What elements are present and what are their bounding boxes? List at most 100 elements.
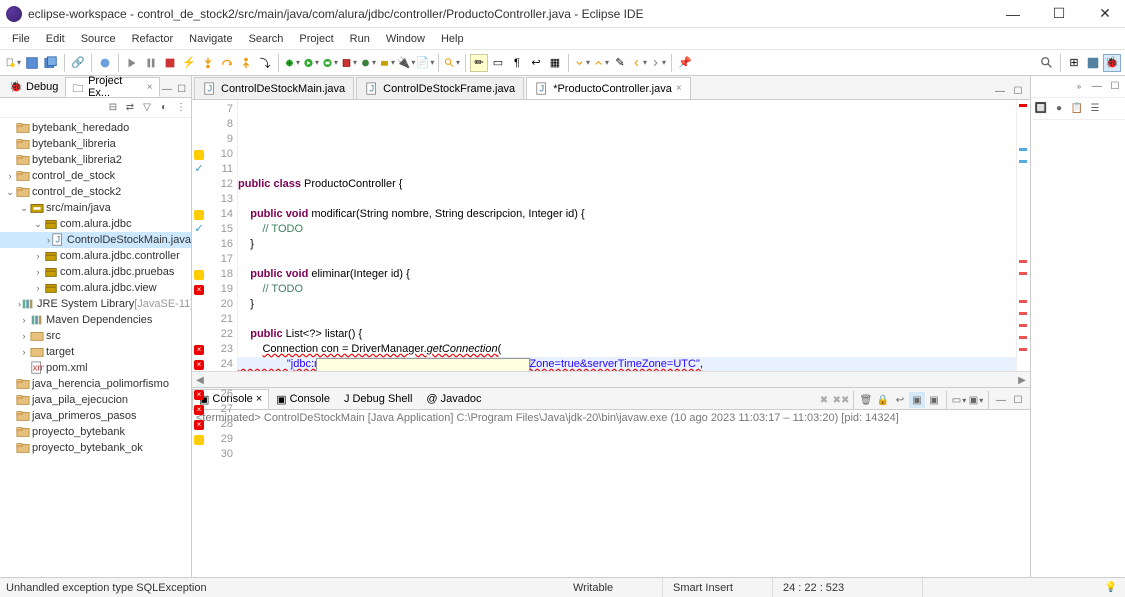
tree-node[interactable]: ›JRE System Library [JavaSE-11] — [0, 296, 191, 312]
console-tab[interactable]: ▣Console — [269, 389, 337, 409]
tree-node[interactable]: ›com.alura.jdbc.view — [0, 280, 191, 296]
twisty-icon[interactable]: ⌄ — [4, 187, 16, 198]
disconnect-button[interactable]: ⚡ — [180, 54, 198, 72]
forward-button[interactable] — [649, 54, 667, 72]
tree-node[interactable]: ›src — [0, 328, 191, 344]
tree-node[interactable]: java_primeros_pasos — [0, 408, 191, 424]
variables-view-button[interactable]: 🔲 — [1033, 101, 1049, 117]
tree-node[interactable]: java_pila_ejecucion — [0, 392, 191, 408]
tree-node[interactable]: bytebank_libreria2 — [0, 152, 191, 168]
run-external-button[interactable] — [340, 54, 358, 72]
menu-run[interactable]: Run — [342, 31, 378, 47]
tree-node[interactable]: ›control_de_stock — [0, 168, 191, 184]
selection-mode-button[interactable]: ▦ — [546, 54, 564, 72]
suspend-button[interactable] — [142, 54, 160, 72]
trim-maximize-button[interactable]: ☐ — [1107, 79, 1123, 95]
coverage-button[interactable] — [321, 54, 339, 72]
tree-node[interactable]: proyecto_bytebank_ok — [0, 440, 191, 456]
javadoc-tab[interactable]: @Javadoc — [419, 389, 488, 409]
maximize-button[interactable]: ☐ — [1045, 4, 1073, 24]
tree-node[interactable]: xmlpom.xml — [0, 360, 191, 376]
step-over-button[interactable] — [218, 54, 236, 72]
tree-node[interactable]: ⌄com.alura.jdbc — [0, 216, 191, 232]
twisty-icon[interactable]: ⌄ — [32, 219, 44, 230]
menu-navigate[interactable]: Navigate — [181, 31, 240, 47]
run-button[interactable] — [302, 54, 320, 72]
new-java-class-button[interactable] — [359, 54, 377, 72]
horizontal-scrollbar[interactable]: ◀ ▶ — [192, 371, 1030, 387]
filter-button[interactable]: ▽ — [139, 100, 155, 116]
open-perspective-button[interactable]: ⊞ — [1065, 54, 1083, 72]
overview-ruler[interactable] — [1016, 100, 1030, 371]
open-console-button[interactable]: ▣ — [968, 392, 984, 408]
breakpoints-view-button[interactable]: ● — [1051, 101, 1067, 117]
editor-tab[interactable]: J ControlDeStockFrame.java — [356, 77, 524, 99]
skip-breakpoints-button[interactable] — [96, 54, 114, 72]
console-output[interactable]: <terminated> ControlDeStockMain [Java Ap… — [192, 410, 1030, 577]
save-all-button[interactable] — [42, 54, 60, 72]
tree-node[interactable]: proyecto_bytebank — [0, 424, 191, 440]
tree-node[interactable]: bytebank_libreria — [0, 136, 191, 152]
tree-node[interactable]: ⌄control_de_stock2 — [0, 184, 191, 200]
remove-launch-button[interactable]: ✖ — [816, 392, 832, 408]
prev-annotation-button[interactable] — [592, 54, 610, 72]
menu-refactor[interactable]: Refactor — [124, 31, 182, 47]
clear-console-button[interactable]: 🗑 — [858, 392, 874, 408]
tree-node[interactable]: ›target — [0, 344, 191, 360]
word-wrap-button[interactable]: ↩ — [892, 392, 908, 408]
access-search-button[interactable] — [1038, 54, 1056, 72]
next-annotation-button[interactable] — [573, 54, 591, 72]
view-menu-button[interactable]: ⋮ — [173, 100, 189, 116]
outline-view-button[interactable]: ☰ — [1087, 101, 1103, 117]
tree-node[interactable]: ⌄src/main/java — [0, 200, 191, 216]
collapse-all-button[interactable]: ⊟ — [105, 100, 121, 116]
java-perspective-button[interactable] — [1084, 54, 1102, 72]
twisty-icon[interactable]: › — [18, 347, 30, 357]
link-editor-button[interactable]: ⇄ — [122, 100, 138, 116]
tip-icon[interactable]: 💡 — [1103, 580, 1119, 596]
tree-node[interactable]: ›com.alura.jdbc.controller — [0, 248, 191, 264]
expressions-view-button[interactable]: 📋 — [1069, 101, 1085, 117]
menu-edit[interactable]: Edit — [38, 31, 73, 47]
menu-file[interactable]: File — [4, 31, 38, 47]
console-maximize-button[interactable]: ☐ — [1010, 392, 1026, 408]
drop-to-frame-button[interactable]: ⤵ — [256, 54, 274, 72]
new-button[interactable] — [4, 54, 22, 72]
twisty-icon[interactable]: › — [4, 171, 16, 181]
menu-search[interactable]: Search — [241, 31, 292, 47]
toggle-mark-button[interactable]: ✏ — [470, 54, 488, 72]
menu-project[interactable]: Project — [291, 31, 341, 47]
minimize-button[interactable]: — — [999, 4, 1027, 24]
editor-maximize-button[interactable]: ☐ — [1010, 83, 1026, 99]
debug-shell-tab[interactable]: JDebug Shell — [337, 389, 419, 409]
trim-minimize-button[interactable]: — — [1089, 79, 1105, 95]
view-tab-debug[interactable]: 🐞 Debug — [2, 77, 65, 97]
twisty-icon[interactable]: › — [32, 267, 44, 277]
menu-window[interactable]: Window — [378, 31, 433, 47]
tree-node[interactable]: bytebank_heredado — [0, 120, 191, 136]
editor-minimize-button[interactable]: — — [992, 83, 1008, 99]
pin-console-button[interactable]: ▣ — [926, 392, 942, 408]
close-icon[interactable]: × — [147, 82, 153, 93]
show-console-button[interactable]: ▣ — [909, 392, 925, 408]
resume-button[interactable] — [123, 54, 141, 72]
open-type-button[interactable]: 📄 — [416, 54, 434, 72]
project-tree[interactable]: bytebank_heredadobytebank_libreriabyteba… — [0, 118, 191, 577]
debug-button[interactable] — [283, 54, 301, 72]
show-whitespace-button[interactable]: ¶ — [508, 54, 526, 72]
toggle-word-wrap-button[interactable]: ↩ — [527, 54, 545, 72]
code-editor[interactable]: ×Unhandled exception type SQLException 2… — [238, 100, 1016, 371]
tree-node[interactable]: ›com.alura.jdbc.pruebas — [0, 264, 191, 280]
new-java-package-button[interactable] — [378, 54, 396, 72]
tree-node[interactable]: java_herencia_polimorfismo — [0, 376, 191, 392]
tree-node[interactable]: ›Maven Dependencies — [0, 312, 191, 328]
editor-tab[interactable]: J *ProductoController.java × — [526, 77, 690, 99]
save-button[interactable] — [23, 54, 41, 72]
back-button[interactable] — [630, 54, 648, 72]
scroll-lock-button[interactable]: 🔒 — [875, 392, 891, 408]
menu-help[interactable]: Help — [433, 31, 472, 47]
display-selected-button[interactable]: ▭ — [951, 392, 967, 408]
console-minimize-button[interactable]: — — [993, 392, 1009, 408]
new-plugin-button[interactable]: 🔌 — [397, 54, 415, 72]
twisty-icon[interactable]: › — [18, 331, 30, 341]
